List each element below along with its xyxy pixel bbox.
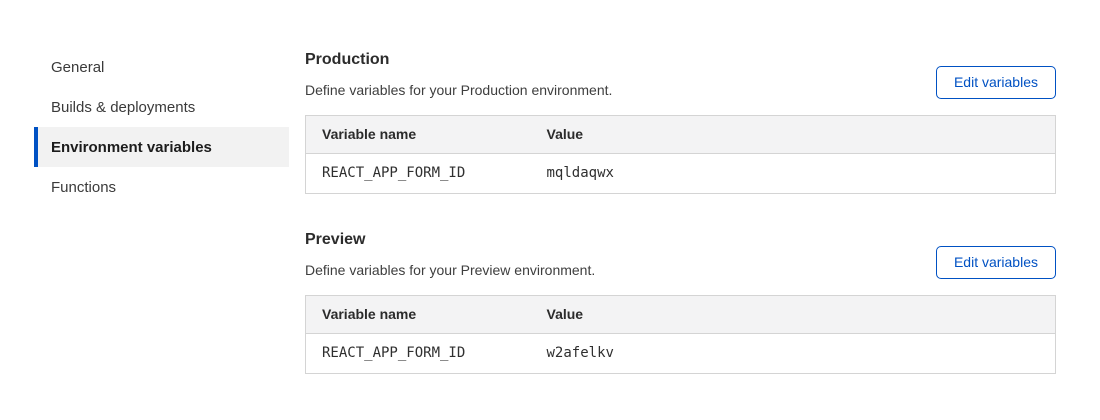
table-row: REACT_APP_FORM_ID w2afelkv	[306, 334, 1056, 374]
preview-variables-table: Variable name Value REACT_APP_FORM_ID w2…	[305, 295, 1056, 374]
table-row: REACT_APP_FORM_ID mqldaqwx	[306, 154, 1056, 194]
sidebar-item-label: Builds & deployments	[51, 99, 195, 116]
column-header-value: Value	[531, 116, 1056, 154]
production-variables-table: Variable name Value REACT_APP_FORM_ID mq…	[305, 115, 1056, 194]
settings-sidebar: General Builds & deployments Environment…	[34, 47, 289, 374]
sidebar-item-builds-deployments[interactable]: Builds & deployments	[34, 87, 289, 127]
environment-variables-panel: Production Define variables for your Pro…	[305, 47, 1056, 374]
settings-page: General Builds & deployments Environment…	[0, 0, 1100, 374]
sidebar-item-general[interactable]: General	[34, 47, 289, 87]
variable-name-cell: REACT_APP_FORM_ID	[306, 154, 531, 194]
sidebar-item-label: General	[51, 59, 104, 76]
sidebar-item-label: Functions	[51, 179, 116, 196]
production-section: Production Define variables for your Pro…	[305, 50, 1056, 194]
column-header-variable-name: Variable name	[306, 116, 531, 154]
sidebar-item-label: Environment variables	[51, 139, 212, 156]
variable-value-cell: mqldaqwx	[531, 154, 1056, 194]
preview-section: Preview Define variables for your Previe…	[305, 230, 1056, 374]
preview-edit-variables-button[interactable]: Edit variables	[936, 246, 1056, 279]
variable-name-cell: REACT_APP_FORM_ID	[306, 334, 531, 374]
column-header-value: Value	[531, 296, 1056, 334]
sidebar-item-environment-variables[interactable]: Environment variables	[34, 127, 289, 167]
table-header-row: Variable name Value	[306, 116, 1056, 154]
production-edit-variables-button[interactable]: Edit variables	[936, 66, 1056, 99]
column-header-variable-name: Variable name	[306, 296, 531, 334]
sidebar-item-functions[interactable]: Functions	[34, 167, 289, 207]
table-header-row: Variable name Value	[306, 296, 1056, 334]
variable-value-cell: w2afelkv	[531, 334, 1056, 374]
